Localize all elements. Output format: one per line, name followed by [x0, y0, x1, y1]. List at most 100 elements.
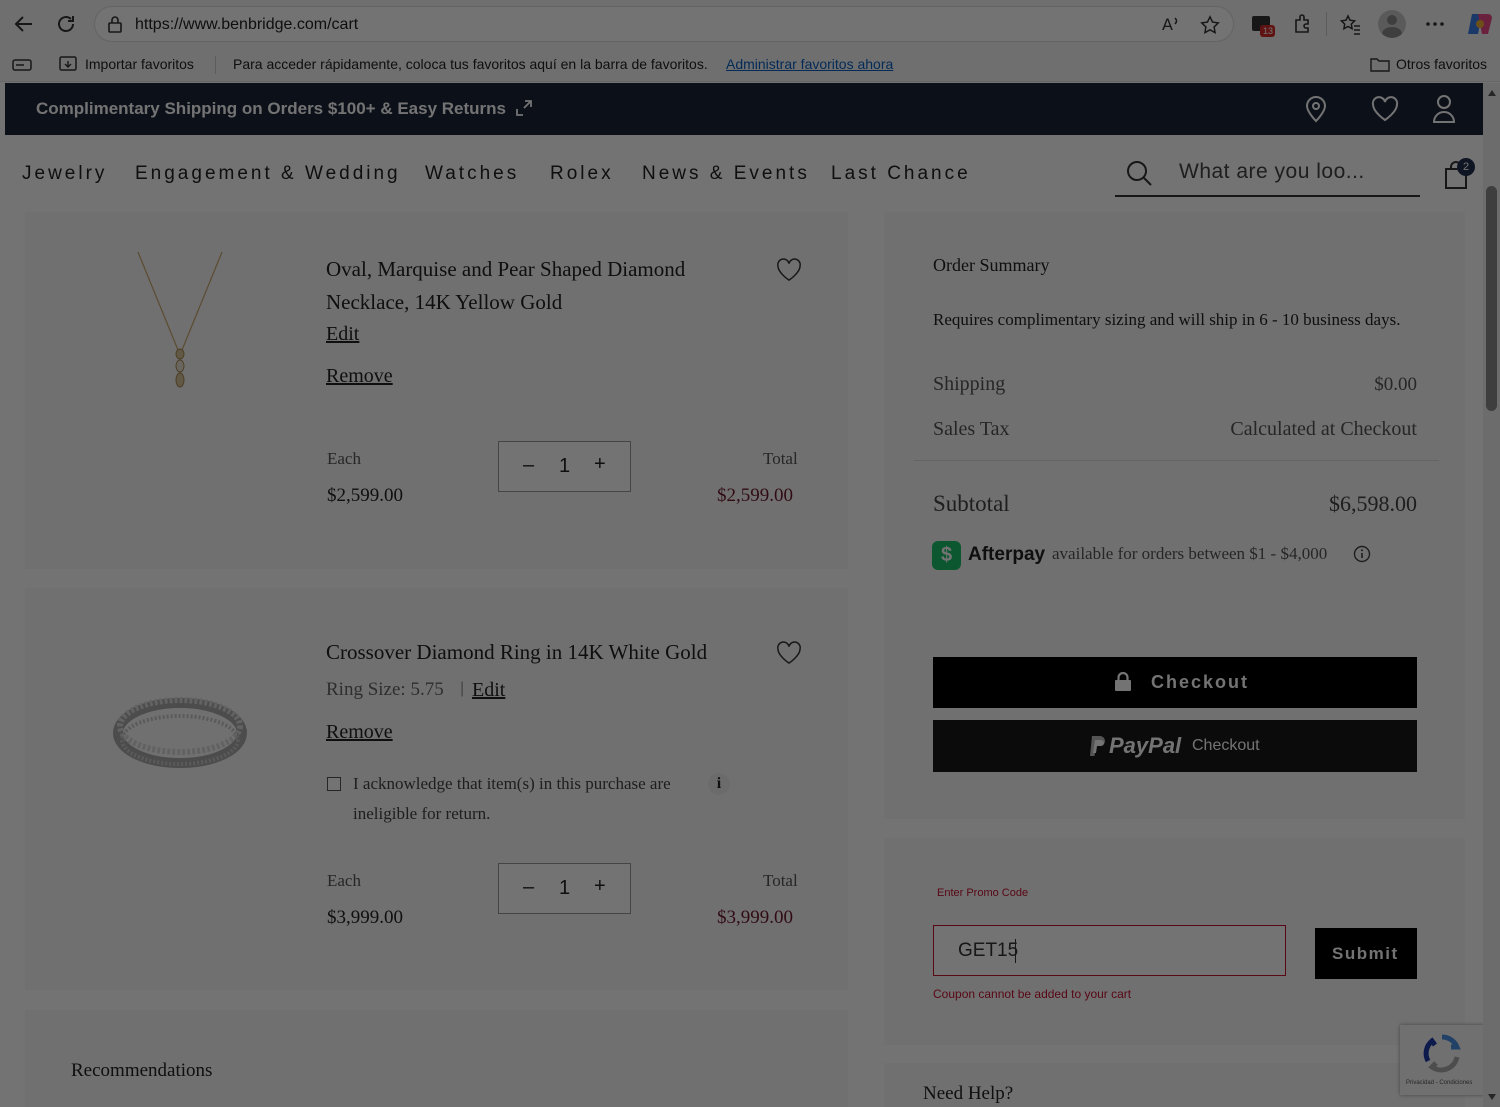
import-favorites-link[interactable]: Importar favoritos: [85, 56, 194, 72]
browser-toolbar: https://www.benbridge.com/cart A 13: [0, 0, 1500, 48]
profile-avatar[interactable]: [1378, 10, 1406, 38]
sales-tax-value: Calculated at Checkout: [1230, 418, 1417, 440]
scroll-up-icon[interactable]: [1487, 89, 1497, 97]
order-summary: Order Summary Requires complimentary siz…: [884, 212, 1465, 819]
cart-icon[interactable]: 2: [1442, 158, 1475, 190]
shipping-value: $0.00: [1374, 374, 1417, 395]
extensions-icon[interactable]: [1292, 13, 1314, 35]
manage-favorites-link[interactable]: Administrar favoritos ahora: [726, 56, 893, 72]
quantity-value[interactable]: 1: [559, 455, 570, 478]
each-price: $2,599.00: [327, 485, 403, 506]
each-price: $3,999.00: [327, 907, 403, 928]
ring-size: Ring Size: 5.75: [326, 679, 444, 700]
refresh-icon[interactable]: [54, 12, 78, 36]
other-favorites[interactable]: Otros favoritos: [1396, 56, 1487, 72]
quantity-value[interactable]: 1: [559, 877, 570, 900]
remove-link[interactable]: Remove: [326, 721, 393, 744]
promo-code-section: Enter Promo Code GET15 Submit Coupon can…: [884, 838, 1465, 1045]
product-image-necklace[interactable]: [130, 250, 230, 395]
bookmarks-divider: [215, 56, 216, 74]
cart-count-badge: 2: [1457, 158, 1475, 176]
edit-link[interactable]: Edit: [472, 679, 505, 702]
afterpay-brand: Afterpay: [968, 544, 1046, 565]
bookmarks-bar: Importar favoritos Para acceder rápidame…: [0, 48, 1500, 82]
recaptcha-badge[interactable]: Privacidad - Condiciones: [1400, 1025, 1484, 1095]
import-favorites-icon[interactable]: [58, 55, 78, 73]
product-title[interactable]: Crossover Diamond Ring in 14K White Gold: [326, 640, 707, 665]
heart-icon[interactable]: [776, 641, 802, 665]
page-scrollbar[interactable]: [1483, 83, 1500, 1107]
heart-icon[interactable]: [776, 258, 802, 282]
info-icon[interactable]: i: [708, 773, 730, 795]
order-summary-title: Order Summary: [933, 255, 1050, 275]
acknowledge-text-line1: I acknowledge that item(s) in this purch…: [353, 774, 671, 793]
nav-jewelry[interactable]: Jewelry: [22, 163, 107, 185]
each-label: Each: [327, 449, 361, 468]
product-title-line1[interactable]: Oval, Marquise and Pear Shaped Diamond: [326, 257, 685, 282]
promo-bar: Complimentary Shipping on Orders $100+ &…: [5, 83, 1483, 135]
favorites-icon[interactable]: [1338, 12, 1362, 36]
promo-code-value[interactable]: GET15: [958, 940, 1018, 962]
star-icon[interactable]: [1199, 14, 1221, 36]
increase-button[interactable]: +: [594, 453, 606, 476]
info-circle-icon[interactable]: [1353, 545, 1371, 563]
search-bar[interactable]: What are you loo...: [1115, 150, 1420, 197]
promo-code-label: Enter Promo Code: [937, 887, 1029, 899]
nav-watches[interactable]: Watches: [425, 163, 519, 185]
submit-label: Submit: [1332, 944, 1399, 963]
more-icon[interactable]: [1424, 14, 1446, 34]
search-icon[interactable]: [1125, 159, 1153, 187]
cart-item-necklace: Oval, Marquise and Pear Shaped Diamond N…: [25, 212, 848, 569]
promo-text[interactable]: Complimentary Shipping on Orders $100+ &…: [36, 99, 506, 119]
increase-button[interactable]: +: [594, 875, 606, 898]
lock-icon: [1114, 672, 1132, 692]
submit-button[interactable]: Submit: [1315, 928, 1417, 979]
remove-link[interactable]: Remove: [326, 365, 393, 388]
back-icon[interactable]: [12, 12, 36, 36]
expand-icon[interactable]: [515, 99, 533, 117]
nav-engagement-wedding[interactable]: Engagement & Wedding: [135, 163, 401, 185]
shipping-label: Shipping: [933, 373, 1006, 395]
paypal-icon: [1089, 735, 1107, 757]
acknowledge-checkbox[interactable]: [327, 777, 341, 791]
toolbar-divider: [1326, 12, 1327, 36]
address-bar[interactable]: https://www.benbridge.com/cart A: [94, 6, 1234, 42]
checkout-button[interactable]: Checkout: [933, 657, 1417, 708]
edit-link[interactable]: Edit: [326, 323, 359, 346]
quantity-stepper: – 1 +: [498, 863, 631, 914]
sizing-note: Requires complimentary sizing and will s…: [933, 310, 1401, 329]
product-title-line2[interactable]: Necklace, 14K Yellow Gold: [326, 290, 562, 315]
search-input[interactable]: What are you loo...: [1179, 160, 1365, 184]
svg-text:A: A: [1162, 15, 1173, 34]
decrease-button[interactable]: –: [523, 876, 534, 899]
nav-rolex[interactable]: Rolex: [550, 163, 614, 185]
nav-news-events[interactable]: News & Events: [642, 163, 810, 185]
recommendations-section: Recommendations: [25, 1010, 848, 1107]
quantity-stepper: – 1 +: [498, 441, 631, 492]
summary-divider: [914, 460, 1439, 461]
decrease-button[interactable]: –: [523, 454, 534, 477]
each-label: Each: [327, 871, 361, 890]
promo-code-input[interactable]: GET15: [933, 925, 1286, 976]
product-image-ring[interactable]: [113, 688, 248, 778]
need-help-title[interactable]: Need Help?: [923, 1083, 1013, 1105]
paypal-brand: PayPal: [1109, 733, 1182, 758]
collections-icon[interactable]: 13: [1250, 12, 1276, 38]
paypal-checkout-label: Checkout: [1192, 737, 1260, 754]
read-aloud-icon[interactable]: A: [1161, 14, 1183, 34]
account-icon[interactable]: [1432, 94, 1456, 124]
checkout-label: Checkout: [1151, 672, 1250, 692]
afterpay-text: available for orders between $1 - $4,000: [1052, 544, 1328, 563]
total-price: $3,999.00: [717, 907, 793, 928]
acknowledge-text-line2: ineligible for return.: [353, 804, 491, 823]
promo-error-message: Coupon cannot be added to your cart: [933, 987, 1132, 1001]
wishlist-icon[interactable]: [1371, 96, 1399, 122]
sidebar-toggle-icon[interactable]: [12, 57, 32, 73]
recaptcha-caption[interactable]: Privacidad - Condiciones: [1406, 1080, 1472, 1086]
scrollbar-thumb[interactable]: [1486, 186, 1497, 411]
scroll-down-icon[interactable]: [1487, 1093, 1497, 1101]
store-locator-icon[interactable]: [1304, 95, 1328, 123]
copilot-icon[interactable]: [1466, 10, 1494, 38]
paypal-checkout-button[interactable]: PayPal Checkout: [933, 720, 1417, 772]
nav-last-chance[interactable]: Last Chance: [831, 163, 971, 185]
